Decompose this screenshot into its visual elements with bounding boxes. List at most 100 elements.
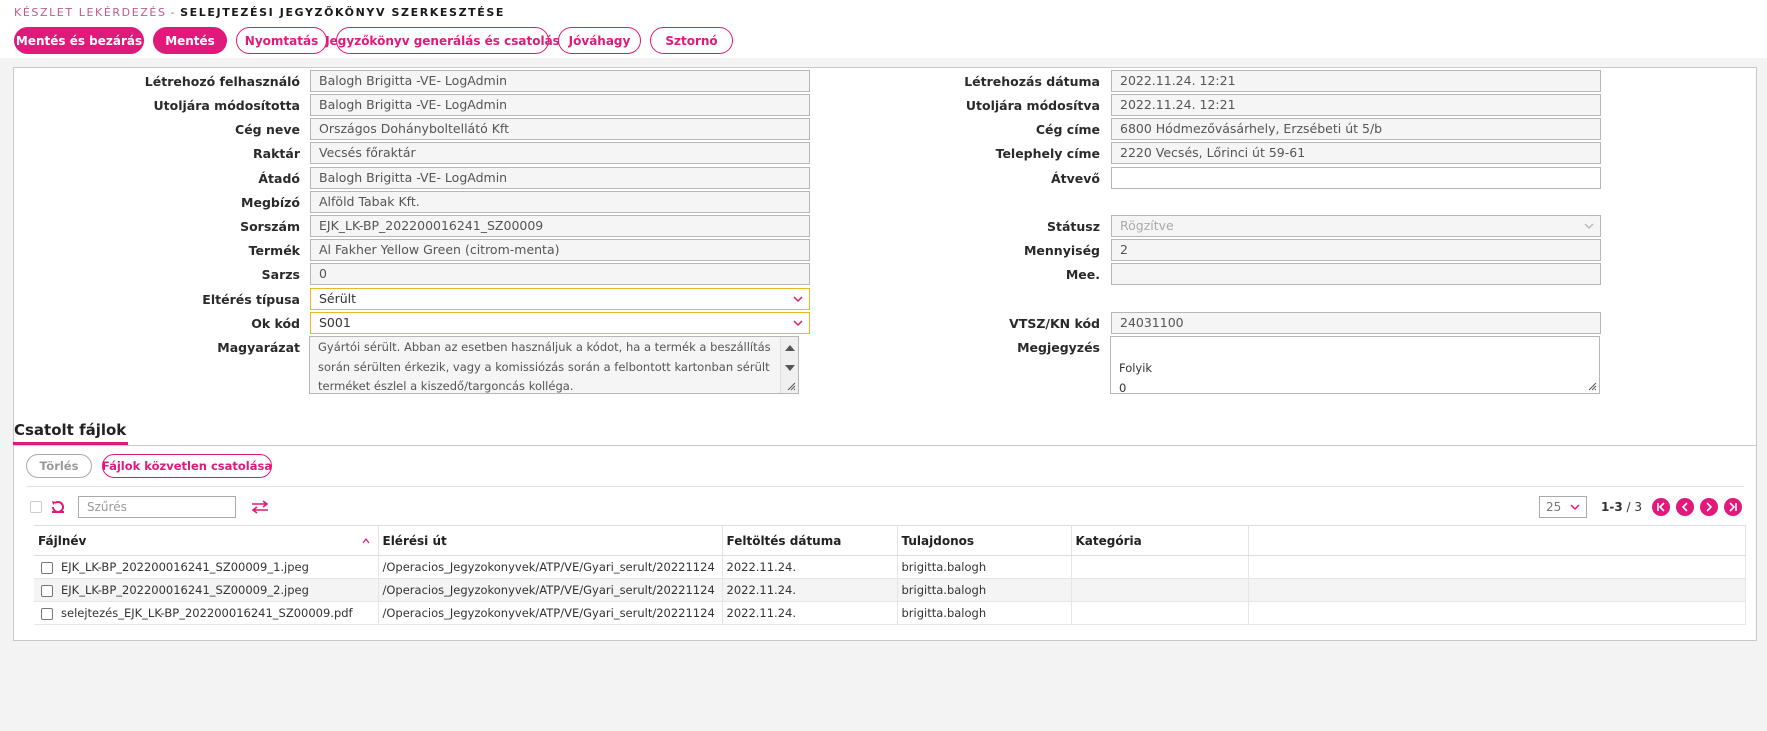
next-page-button[interactable]	[1700, 498, 1718, 516]
scroll-down-icon[interactable]	[785, 365, 795, 371]
label-site-address: Telephely címe	[995, 146, 1100, 161]
column-filename[interactable]: Fájlnév	[34, 525, 379, 556]
site-address-field[interactable]: 2220 Vecsés, Lőrinci út 59-61	[1111, 142, 1601, 164]
table-row[interactable]: selejtezés_EJK_LK-BP_202200016241_SZ0000…	[34, 601, 1746, 625]
path-cell: /Operacios_Jegyzokonyvek/ATP/VE/Gyari_se…	[378, 555, 723, 579]
spacer-cell	[1248, 555, 1746, 579]
select-all-checkbox[interactable]	[30, 501, 42, 513]
pagination: 25 1-3 / 3	[1538, 496, 1742, 518]
table-row[interactable]: EJK_LK-BP_202200016241_SZ00009_2.jpeg /O…	[34, 578, 1746, 602]
explanation-textarea[interactable]: Gyártói sérült. Abban az esetben használ…	[309, 336, 799, 394]
date-cell: 2022.11.24.	[722, 555, 898, 579]
date-cell: 2022.11.24.	[722, 601, 898, 625]
refresh-icon[interactable]	[50, 499, 66, 515]
label-client: Megbízó	[241, 195, 300, 210]
print-button[interactable]: Nyomtatás	[236, 27, 327, 54]
first-page-button[interactable]	[1652, 498, 1670, 516]
breadcrumb-separator: -	[170, 6, 177, 19]
last-page-icon	[1729, 502, 1737, 512]
scroll-up-icon[interactable]	[785, 345, 795, 351]
path-cell: /Operacios_Jegyzokonyvek/ATP/VE/Gyari_se…	[378, 601, 723, 625]
prev-page-icon	[1681, 502, 1688, 512]
breadcrumb-parent[interactable]: Készlet lekérdezés	[14, 6, 167, 19]
label-receiver: Átvevő	[1050, 171, 1100, 186]
label-deviation-type: Eltérés típusa	[202, 292, 300, 307]
page-size-value: 25	[1545, 500, 1562, 514]
resize-handle-icon[interactable]	[1587, 381, 1597, 391]
table-row[interactable]: EJK_LK-BP_202200016241_SZ00009_1.jpeg /O…	[34, 555, 1746, 579]
filename-text[interactable]: EJK_LK-BP_202200016241_SZ00009_2.jpeg	[61, 583, 309, 597]
prev-page-button[interactable]	[1676, 498, 1694, 516]
filename-cell: EJK_LK-BP_202200016241_SZ00009_2.jpeg	[34, 578, 379, 602]
page-title: Selejtezési jegyzőkönyv szerkesztése	[180, 6, 506, 19]
attachments-toolbar: Törlés Fájlok közvetlen csatolása	[26, 454, 272, 478]
row-checkbox[interactable]	[41, 584, 53, 597]
explanation-text: Gyártói sérült. Abban az esetben használ…	[318, 340, 771, 393]
column-upload-date[interactable]: Feltöltés dátuma	[722, 525, 898, 556]
spacer-cell	[1248, 601, 1746, 625]
attach-files-button[interactable]: Fájlok közvetlen csatolása	[102, 454, 272, 478]
label-last-modified-date: Utoljára módosítva	[965, 98, 1100, 113]
last-page-button[interactable]	[1724, 498, 1742, 516]
resize-handle-icon[interactable]	[786, 381, 796, 391]
grid-tools: Szűrés	[30, 496, 270, 518]
unit-field[interactable]	[1111, 263, 1601, 285]
category-cell	[1071, 578, 1249, 602]
cancel-storno-button[interactable]: Sztornó	[650, 27, 733, 54]
filename-text[interactable]: EJK_LK-BP_202200016241_SZ00009_1.jpeg	[61, 560, 309, 574]
path-cell: /Operacios_Jegyzokonyvek/ATP/VE/Gyari_se…	[378, 578, 723, 602]
chevron-down-icon	[1570, 504, 1580, 511]
quantity-field[interactable]: 2	[1111, 239, 1601, 261]
attachments-panel: Törlés Fájlok közvetlen csatolása Szűrés…	[13, 445, 1757, 641]
label-vtsz-code: VTSZ/KN kód	[1009, 316, 1100, 331]
sort-up-icon[interactable]	[362, 537, 370, 545]
save-button[interactable]: Mentés	[153, 27, 227, 54]
swap-icon[interactable]	[250, 499, 270, 515]
status-select[interactable]: Rögzítve	[1111, 215, 1601, 237]
breadcrumb: Készlet lekérdezés - Selejtezési jegyzőkön…	[14, 6, 505, 19]
last-modified-date-field[interactable]: 2022.11.24. 12:21	[1111, 94, 1601, 116]
deviation-type-select[interactable]: Sérült	[310, 288, 810, 310]
owner-cell: brigitta.balogh	[897, 601, 1072, 625]
filter-input[interactable]: Szűrés	[78, 496, 236, 518]
note-textarea[interactable]: Folyik 0	[1110, 336, 1600, 394]
attachments-table: Fájlnév Elérési út Feltöltés dátuma Tula…	[34, 525, 1746, 625]
column-spacer	[1248, 525, 1746, 556]
spacer-cell	[1248, 578, 1746, 602]
category-cell	[1071, 555, 1249, 579]
page-range: 1-3	[1600, 500, 1623, 514]
status-value: Rögzítve	[1120, 218, 1174, 233]
page-size-select[interactable]: 25	[1538, 496, 1587, 518]
delete-button[interactable]: Törlés	[26, 454, 92, 478]
filename-cell: selejtezés_EJK_LK-BP_202200016241_SZ0000…	[34, 601, 379, 625]
date-cell: 2022.11.24.	[722, 578, 898, 602]
divider	[26, 486, 1744, 487]
column-category[interactable]: Kategória	[1071, 525, 1249, 556]
row-checkbox[interactable]	[41, 561, 53, 574]
attachments-tab[interactable]: Csatolt fájlok	[14, 421, 126, 439]
label-unit: Mee.	[1065, 267, 1100, 282]
next-page-icon	[1706, 502, 1713, 512]
label-created-date: Létrehozás dátuma	[964, 74, 1100, 89]
first-page-icon	[1657, 502, 1665, 512]
created-date-field[interactable]: 2022.11.24. 12:21	[1111, 70, 1601, 92]
row-checkbox[interactable]	[41, 607, 53, 620]
column-path[interactable]: Elérési út	[378, 525, 723, 556]
chevron-down-icon	[1584, 223, 1594, 230]
client-field[interactable]: Alföld Tabak Kft.	[310, 191, 810, 213]
vtsz-code-field[interactable]: 24031100	[1111, 312, 1601, 334]
company-address-field[interactable]: 6800 Hódmezővásárhely, Erzsébeti út 5/b	[1111, 118, 1601, 140]
note-text: Folyik 0	[1119, 361, 1153, 394]
label-quantity: Mennyiség	[1023, 243, 1100, 258]
owner-cell: brigitta.balogh	[897, 578, 1072, 602]
approve-button[interactable]: Jóváhagy	[558, 27, 641, 54]
page-info: 1-3 / 3	[1601, 500, 1642, 514]
label-status: Státusz	[1046, 219, 1100, 234]
generate-attach-button[interactable]: Jegyzőkönyv generálás és csatolás	[325, 27, 560, 54]
column-owner[interactable]: Tulajdonos	[897, 525, 1072, 556]
chevron-down-icon	[793, 296, 803, 303]
receiver-field[interactable]	[1111, 167, 1601, 189]
filename-cell: EJK_LK-BP_202200016241_SZ00009_1.jpeg	[34, 555, 379, 579]
save-close-button[interactable]: Mentés és bezárás	[14, 27, 144, 54]
filename-text[interactable]: selejtezés_EJK_LK-BP_202200016241_SZ0000…	[61, 606, 353, 620]
